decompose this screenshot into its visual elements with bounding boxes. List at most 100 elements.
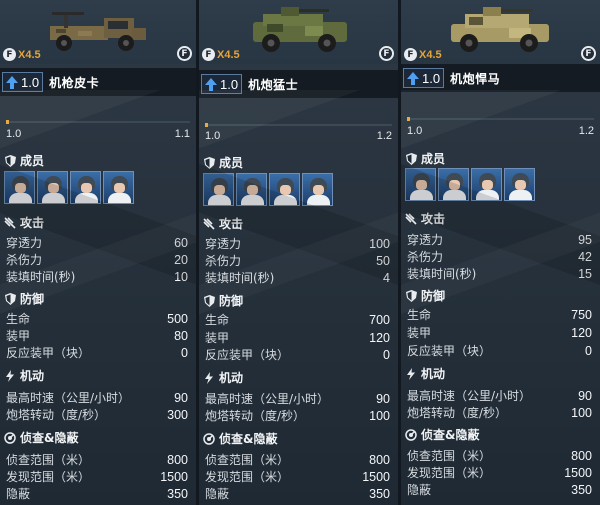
crew-list	[405, 168, 535, 201]
vehicle-name: 机炮猛士	[248, 77, 299, 92]
f-coin-icon: F	[202, 48, 215, 61]
crew-header: 成员	[203, 154, 243, 171]
shield-icon	[405, 289, 417, 302]
progress-labels: 1.0 1.1	[6, 128, 190, 140]
stat-row: 最高时速（公里/小时） 90	[6, 390, 188, 406]
crew-avatar[interactable]	[4, 171, 35, 204]
shield-icon	[203, 294, 215, 307]
stat-row: 生命 700	[205, 312, 390, 328]
level-badge: 1.0	[403, 68, 445, 88]
armored-car-image	[253, 7, 347, 52]
stat-row: 侦查范围（米） 800	[205, 452, 390, 468]
multiplier-badge: F X4.5	[3, 48, 41, 61]
stat-row: 生命 750	[407, 307, 592, 323]
f-coin-icon[interactable]: F	[379, 46, 394, 61]
stat-row: 隐蔽 350	[205, 486, 390, 502]
multiplier-value: X4.5	[18, 48, 41, 61]
recon-header: 侦查&隐蔽	[405, 426, 479, 443]
progress-max: 1.2	[578, 125, 594, 137]
stat-row: 反应装甲（块） 0	[205, 347, 390, 363]
mobility-header: 机动	[405, 365, 445, 382]
level-badge: 1.0	[201, 74, 243, 94]
defense-header: 防御	[4, 290, 44, 307]
stat-row: 炮塔转动（度/秒） 100	[205, 408, 390, 424]
stat-row: 装填时间(秒) 15	[407, 266, 592, 282]
level-progress-fill	[6, 120, 9, 124]
vehicle-title-bar: 1.0 机炮悍马	[401, 64, 600, 92]
stat-row: 穿透力 100	[205, 236, 390, 252]
crossed-bullets-icon	[405, 212, 417, 225]
stat-row: 炮塔转动（度/秒） 300	[6, 407, 188, 423]
radar-icon	[405, 428, 417, 441]
stat-row: 穿透力 60	[6, 235, 188, 251]
crew-avatar[interactable]	[405, 168, 436, 201]
crossed-bullets-icon	[203, 217, 215, 230]
progress-min: 1.0	[407, 125, 423, 137]
crew-list	[203, 173, 333, 206]
crew-avatar[interactable]	[203, 173, 234, 206]
recon-header: 侦查&隐蔽	[4, 429, 78, 446]
stat-row: 反应装甲（块） 0	[6, 345, 188, 361]
level-progress-bar	[407, 117, 594, 121]
up-arrow-icon	[5, 75, 19, 89]
radar-icon	[4, 431, 16, 444]
progress-max: 1.1	[174, 128, 190, 140]
shield-icon	[4, 292, 16, 305]
vehicle-card-1[interactable]: F X4.5 F 1.0 机枪皮卡 1.0 1.1 成员 攻击 穿透力 60 杀…	[0, 0, 196, 505]
defense-header: 防御	[203, 292, 243, 309]
crew-header: 成员	[4, 152, 44, 169]
progress-min: 1.0	[205, 130, 221, 142]
pickup-truck-image	[50, 12, 146, 51]
shield-icon	[405, 152, 417, 165]
stat-row: 侦查范围（米） 800	[6, 452, 188, 468]
vehicle-name: 机炮悍马	[450, 71, 501, 86]
vehicle-title-bar: 1.0 机枪皮卡	[0, 68, 196, 96]
crew-avatar[interactable]	[70, 171, 101, 204]
humvee-image	[451, 7, 549, 52]
stat-row: 装填时间(秒) 10	[6, 269, 188, 285]
level-value: 1.0	[220, 76, 239, 92]
crew-avatar[interactable]	[269, 173, 300, 206]
up-arrow-icon	[406, 71, 420, 85]
stat-row: 侦查范围（米） 800	[407, 448, 592, 464]
level-badge: 1.0	[2, 72, 44, 92]
defense-header: 防御	[405, 287, 445, 304]
crew-avatar[interactable]	[302, 173, 333, 206]
crew-avatar[interactable]	[471, 168, 502, 201]
radar-icon	[203, 432, 215, 445]
f-coin-icon[interactable]: F	[177, 46, 192, 61]
attack-header: 攻击	[203, 215, 243, 232]
vehicle-comparison: F X4.5 F 1.0 机枪皮卡 1.0 1.1 成员 攻击 穿透力 60 杀…	[0, 0, 600, 505]
crew-avatar[interactable]	[438, 168, 469, 201]
stat-row: 最高时速（公里/小时） 90	[205, 391, 390, 407]
up-arrow-icon	[204, 77, 218, 91]
crew-avatar[interactable]	[37, 171, 68, 204]
stat-row: 发现范围（米） 1500	[6, 469, 188, 485]
stat-row: 装甲 120	[205, 330, 390, 346]
stat-row: 杀伤力 20	[6, 252, 188, 268]
vehicle-card-2[interactable]: F X4.5 F 1.0 机炮猛士 1.0 1.2 成员 攻击 穿透力 100 …	[199, 0, 398, 505]
f-coin-icon: F	[3, 48, 16, 61]
vehicle-title-bar: 1.0 机炮猛士	[199, 70, 398, 98]
recon-header: 侦查&隐蔽	[203, 430, 277, 447]
stat-row: 穿透力 95	[407, 232, 592, 248]
level-progress-bar	[6, 120, 190, 124]
crew-avatar[interactable]	[236, 173, 267, 206]
shield-icon	[4, 154, 16, 167]
crew-header: 成员	[405, 150, 445, 167]
crew-avatar[interactable]	[504, 168, 535, 201]
multiplier-value: X4.5	[217, 48, 240, 61]
vehicle-card-3[interactable]: F X4.5 F 1.0 机炮悍马 1.0 1.2 成员 攻击 穿透力 95 杀…	[401, 0, 600, 505]
stat-row: 装甲 80	[6, 328, 188, 344]
level-progress-fill	[205, 123, 208, 127]
crew-avatar[interactable]	[103, 171, 134, 204]
attack-header: 攻击	[4, 214, 44, 231]
stat-row: 装甲 120	[407, 325, 592, 341]
multiplier-badge: F X4.5	[202, 48, 240, 61]
stat-row: 杀伤力 50	[205, 253, 390, 269]
stat-row: 隐蔽 350	[407, 482, 592, 498]
progress-max: 1.2	[376, 130, 392, 142]
f-coin-icon[interactable]: F	[581, 46, 596, 61]
lightning-icon	[405, 367, 417, 380]
lightning-icon	[203, 371, 215, 384]
